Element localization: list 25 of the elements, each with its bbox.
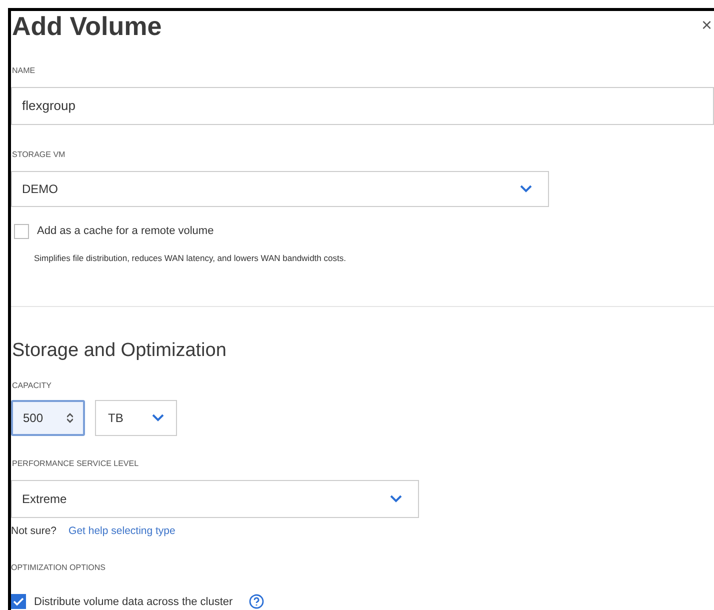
checkbox-label: Add as a cache for a remote volume	[37, 224, 214, 239]
field-label: OPTIMIZATION OPTIONS	[11, 562, 107, 574]
hint-text: Not sure?	[11, 524, 57, 539]
chevron-down-icon	[152, 414, 164, 422]
storage-vm-select[interactable]: DEMO	[11, 171, 549, 207]
field-label: CAPACITY	[12, 380, 52, 392]
help-icon[interactable]	[248, 594, 264, 610]
field-label: PERFORMANCE SERVICE LEVEL	[12, 458, 140, 470]
help-text: Simplifies file distribution, reduces WAN latency, and lowers WAN bandwidth costs.	[34, 252, 347, 264]
section-title: Storage and Optimization	[12, 339, 228, 364]
checkbox[interactable]	[14, 224, 29, 239]
close-button[interactable]: ×	[701, 15, 712, 35]
performance-select[interactable]: Extreme	[11, 480, 419, 518]
checkbox[interactable]	[11, 594, 26, 610]
chevron-down-icon	[390, 494, 402, 503]
stepper-icon	[67, 412, 73, 423]
dialog-title: Add Volume	[12, 11, 162, 41]
name-field[interactable]: flexgroup	[11, 87, 714, 125]
checkbox-label: Distribute volume data across the cluster	[34, 594, 233, 610]
help-link[interactable]: Get help selecting type	[68, 524, 176, 540]
chevron-down-icon	[520, 185, 532, 193]
capacity-spinner[interactable]: 500	[11, 400, 85, 436]
unit-select[interactable]: TB	[95, 400, 177, 436]
field-label: NAME	[12, 65, 36, 77]
field-label: STORAGE VM	[12, 149, 66, 161]
